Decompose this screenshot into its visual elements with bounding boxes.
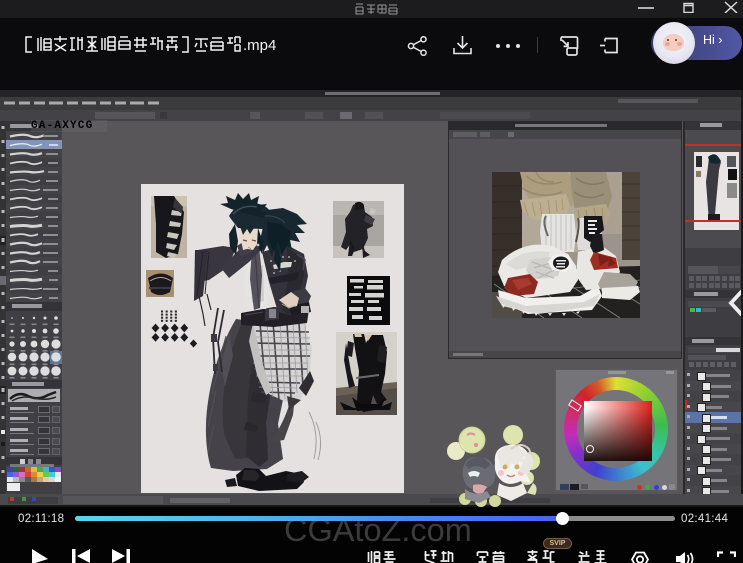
svg-text:.mp4: .mp4	[243, 37, 276, 54]
